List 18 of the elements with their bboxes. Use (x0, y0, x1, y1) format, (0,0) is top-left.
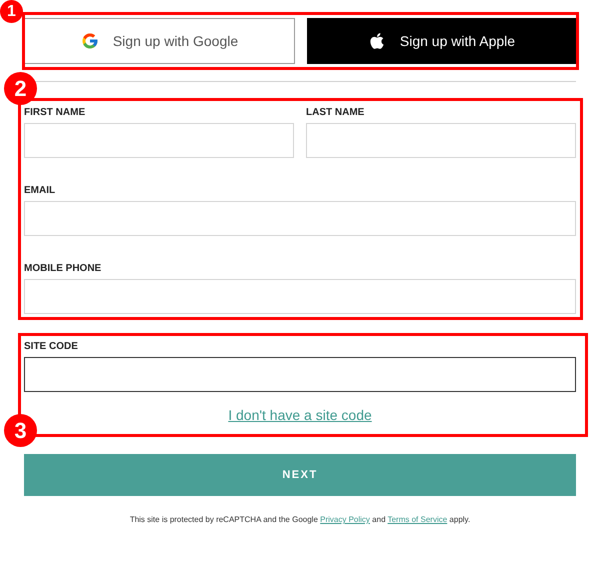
field-label: LAST NAME (306, 106, 366, 120)
privacy-policy-link[interactable]: Privacy Policy (320, 515, 370, 524)
field-label: SITE CODE (24, 340, 79, 354)
annotation-badge: 2 (4, 72, 37, 105)
field-label: FIRST NAME (24, 106, 86, 120)
annotation-badge: 3 (4, 414, 37, 447)
recaptcha-notice: This site is protected by reCAPTCHA and the Google Privacy Policy and Terms of Service apply. (128, 514, 472, 526)
field-label: MOBILE PHONE (24, 262, 102, 276)
annotation-badge: 1 (0, 0, 23, 23)
apple-signup-button[interactable]: Sign up with Apple (307, 18, 576, 64)
google-icon (80, 32, 99, 50)
next-button[interactable]: NEXT (24, 454, 576, 496)
google-signup-button[interactable]: Sign up with Google (24, 18, 295, 64)
terms-link[interactable]: Terms of Service (388, 515, 448, 524)
field-label: EMAIL (24, 184, 56, 198)
no-site-code-link[interactable]: I don't have a site code (228, 405, 372, 426)
apple-icon (368, 32, 386, 50)
input-field[interactable] (24, 357, 576, 392)
